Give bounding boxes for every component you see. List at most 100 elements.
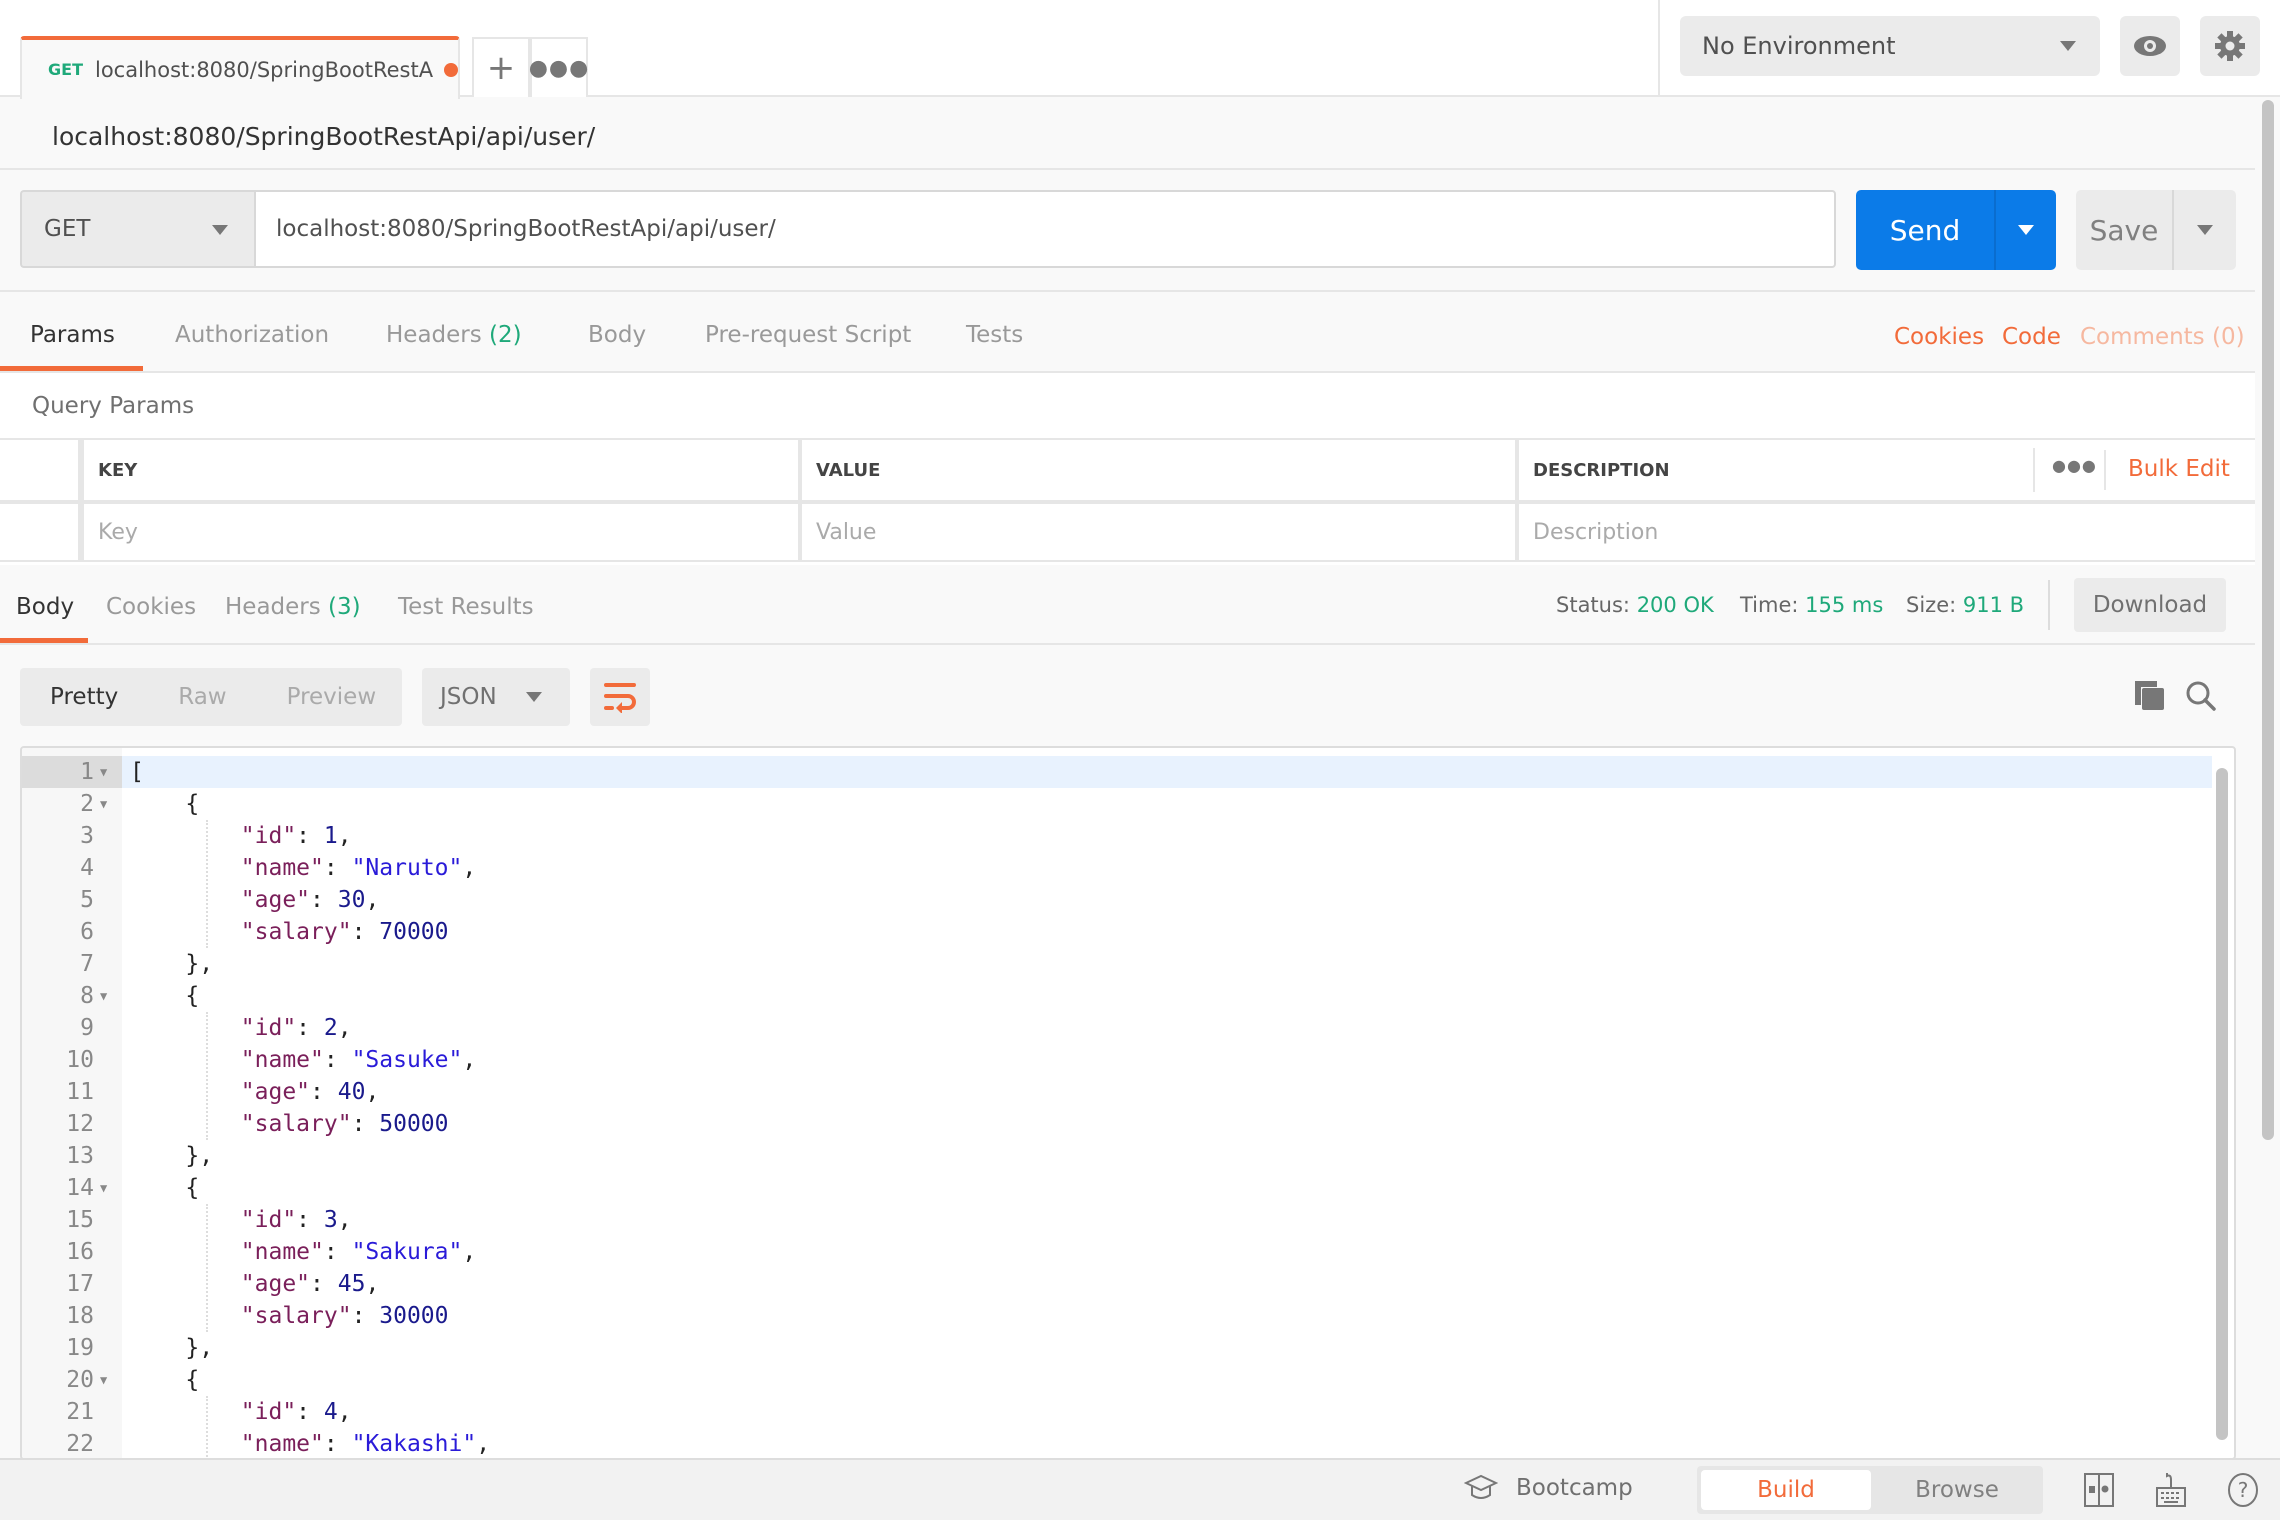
code-text: "name": "Sakura",: [130, 1236, 476, 1268]
tab-label: Tests: [966, 322, 1024, 348]
indent-guide: [206, 1396, 208, 1458]
json-punctuation: ,: [337, 1207, 352, 1233]
code-line: 9 "id": 2,: [22, 1012, 2212, 1044]
row-checkbox-cell[interactable]: [0, 504, 78, 560]
build-toggle[interactable]: Build: [1701, 1470, 1871, 1510]
help-button[interactable]: ?: [2226, 1472, 2260, 1508]
two-pane-view-button[interactable]: [2082, 1472, 2116, 1508]
browse-toggle[interactable]: Browse: [1871, 1477, 2043, 1503]
json-punctuation: :: [296, 1399, 324, 1425]
json-string: "Sakura": [351, 1239, 463, 1265]
json-punctuation: :: [323, 855, 352, 881]
json-punctuation: {: [130, 1175, 200, 1201]
environment-dropdown[interactable]: No Environment: [1680, 16, 2100, 76]
json-punctuation: :: [296, 1207, 324, 1233]
code-line: 7 },: [22, 948, 2212, 980]
json-punctuation: },: [130, 951, 214, 977]
fold-toggle-icon[interactable]: ▼: [100, 788, 107, 820]
tab-label: Headers: [225, 594, 321, 620]
code-link[interactable]: Code: [2002, 324, 2061, 350]
format-value: JSON: [440, 684, 497, 710]
new-tab-button[interactable]: +: [472, 37, 530, 97]
format-select[interactable]: JSON: [422, 668, 570, 726]
json-key: "salary": [240, 919, 352, 945]
tab-options-button[interactable]: ●●●: [529, 37, 588, 97]
tab-params[interactable]: Params: [30, 322, 115, 348]
send-options-button[interactable]: [1996, 190, 2056, 270]
mode-preview[interactable]: Preview: [287, 684, 377, 710]
search-icon: [2186, 681, 2216, 711]
json-key: "salary": [240, 1303, 352, 1329]
request-tab-method: GET: [48, 60, 83, 79]
download-button[interactable]: Download: [2074, 578, 2226, 632]
help-icon: ?: [2228, 1473, 2258, 1507]
plus-icon: +: [486, 48, 516, 88]
build-browse-toggle: Build Browse: [1697, 1466, 2043, 1514]
line-number: 21: [66, 1399, 94, 1425]
tab-tests[interactable]: Tests: [966, 322, 1023, 348]
json-number: 3: [323, 1207, 338, 1233]
keyboard-shortcuts-button[interactable]: [2154, 1472, 2188, 1508]
line-number: 20: [66, 1367, 94, 1393]
tab-headers[interactable]: Headers (2): [386, 322, 522, 348]
tab-authorization[interactable]: Authorization: [175, 322, 329, 348]
tab-pre-request-script[interactable]: Pre-request Script: [705, 322, 911, 348]
json-punctuation: },: [130, 1335, 214, 1361]
send-label[interactable]: Send: [1856, 190, 1996, 270]
comments-link[interactable]: Comments (0): [2080, 324, 2245, 350]
method-select[interactable]: GET: [20, 190, 254, 268]
wrap-lines-button[interactable]: [590, 668, 650, 726]
copy-button[interactable]: [2134, 680, 2166, 716]
save-options-button[interactable]: [2174, 190, 2236, 270]
response-tab-body[interactable]: Body: [16, 594, 74, 620]
fold-toggle-icon[interactable]: ▼: [100, 1364, 107, 1396]
chevron-down-icon: [2060, 41, 2076, 51]
editor-scrollbar[interactable]: [2216, 768, 2228, 1440]
mode-pretty[interactable]: Pretty: [50, 684, 118, 710]
status-value: 200 OK: [1636, 593, 1714, 617]
json-key: "salary": [240, 1111, 352, 1137]
divider: [2048, 580, 2050, 630]
page-scrollbar[interactable]: [2262, 100, 2274, 1140]
environment-quick-look-button[interactable]: [2120, 16, 2180, 76]
save-label[interactable]: Save: [2076, 190, 2174, 270]
fold-toggle-icon[interactable]: ▼: [100, 980, 107, 1012]
description-input[interactable]: Description: [1519, 504, 2255, 560]
query-params-table: KEY VALUE DESCRIPTION ●●● Bulk Edit Key …: [0, 438, 2255, 562]
request-tab[interactable]: GET localhost:8080/SpringBootRestApi/api…: [20, 36, 460, 99]
json-key: "age": [240, 1079, 311, 1105]
code-line: 11 "age": 40,: [22, 1076, 2212, 1108]
bulk-edit-link[interactable]: Bulk Edit: [2128, 456, 2230, 482]
indent-guide: [206, 1204, 208, 1332]
json-key: "id": [240, 1399, 297, 1425]
tab-body[interactable]: Body: [588, 322, 646, 348]
tab-label: Pre-request Script: [705, 322, 912, 348]
response-body-editor[interactable]: 1 ▼[2 ▼ {3 "id": 1, 4 "name": "Naruto", 5 "a…: [20, 746, 2236, 1460]
json-number: 30: [337, 887, 366, 913]
code-text: "age": 40,: [130, 1076, 380, 1108]
code-text: "age": 45,: [130, 1268, 380, 1300]
value-input[interactable]: Value: [802, 504, 1515, 560]
query-params-title: Query Params: [32, 393, 195, 419]
line-number: 2: [80, 791, 94, 817]
indent-guide: [206, 820, 208, 948]
mode-raw[interactable]: Raw: [178, 684, 226, 710]
code-text: },: [130, 1332, 213, 1364]
tab-count: (2): [489, 322, 522, 348]
save-button[interactable]: Save: [2076, 190, 2236, 270]
code-line: 10 "name": "Sasuke",: [22, 1044, 2212, 1076]
key-input[interactable]: Key: [84, 504, 798, 560]
response-tab-test-results[interactable]: Test Results: [398, 594, 534, 620]
fold-toggle-icon[interactable]: ▼: [100, 756, 107, 788]
url-input[interactable]: localhost:8080/SpringBootRestApi/api/use…: [254, 190, 1836, 268]
response-tab-cookies[interactable]: Cookies: [106, 594, 196, 620]
response-tab-headers[interactable]: Headers (3): [225, 594, 361, 620]
table-options-button[interactable]: ●●●: [2052, 456, 2097, 475]
settings-button[interactable]: [2200, 16, 2260, 76]
request-title[interactable]: localhost:8080/SpringBootRestApi/api/use…: [52, 122, 595, 151]
bootcamp-button[interactable]: Bootcamp: [1464, 1474, 1633, 1502]
search-button[interactable]: [2185, 680, 2217, 716]
send-button[interactable]: Send: [1856, 190, 2056, 270]
cookies-link[interactable]: Cookies: [1894, 324, 1984, 350]
fold-toggle-icon[interactable]: ▼: [100, 1172, 107, 1204]
